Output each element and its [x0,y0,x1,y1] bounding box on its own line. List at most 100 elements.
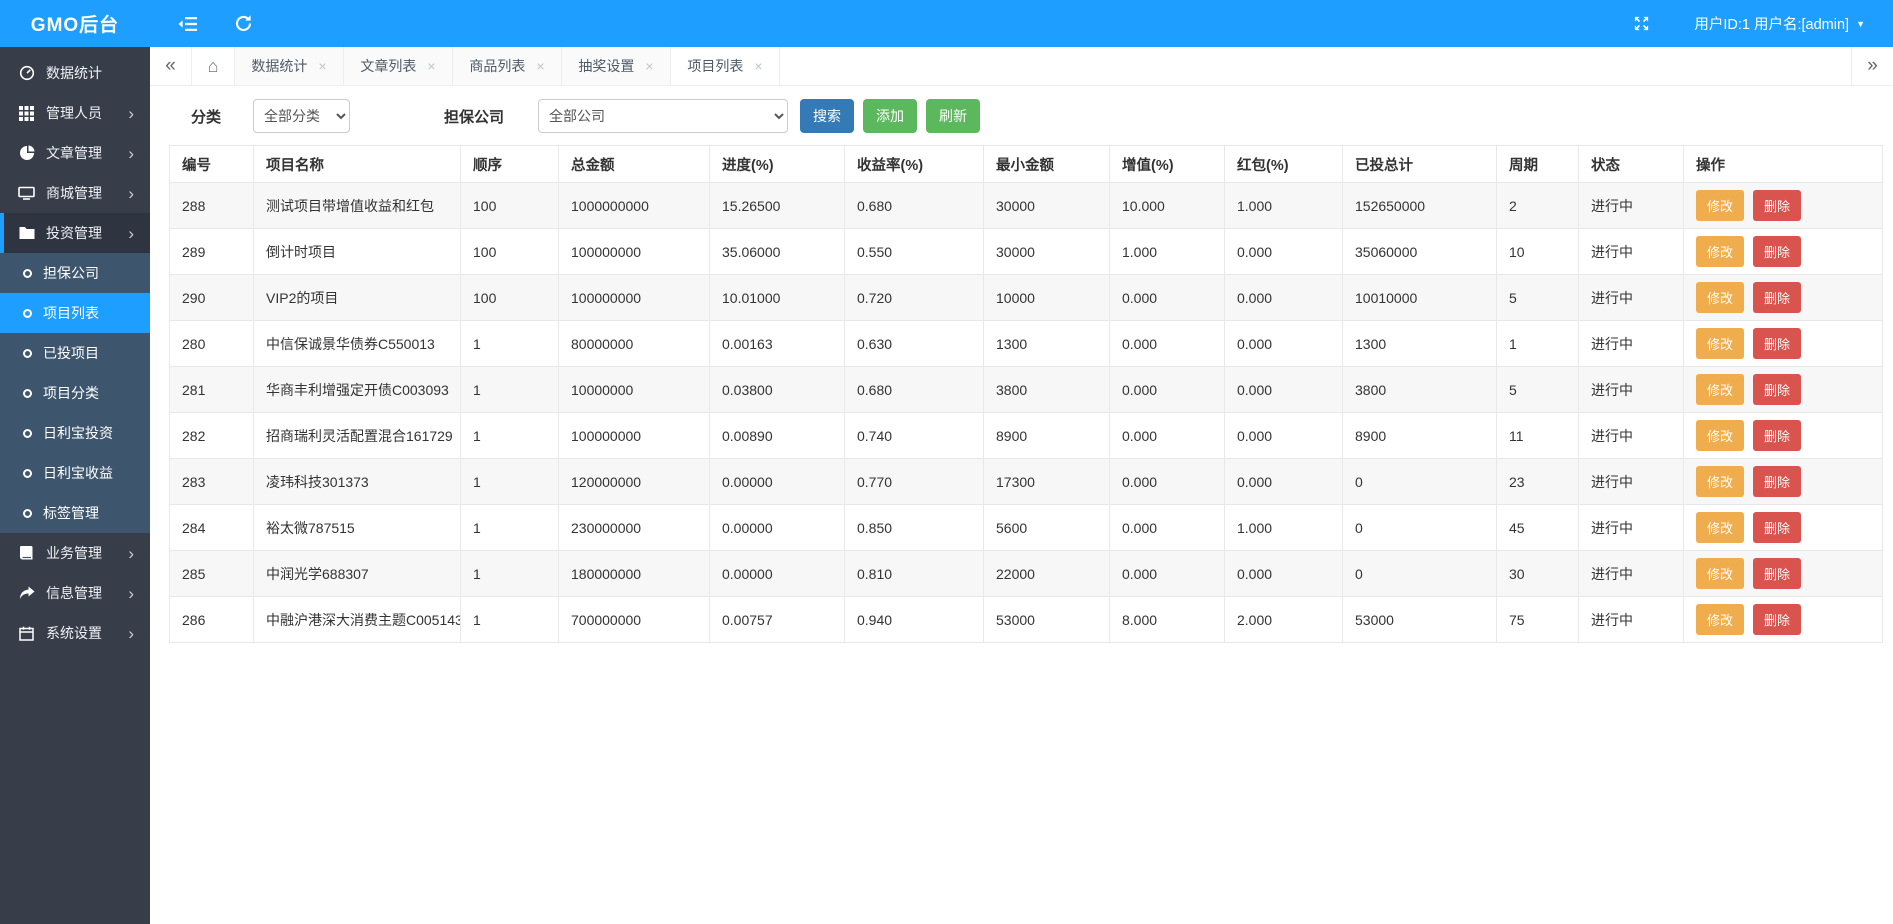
sidebar-item-admins[interactable]: 管理人员› [0,93,150,133]
folder-icon [18,225,35,242]
sidebar-item-mall[interactable]: 商城管理› [0,173,150,213]
tab-lottery-settings[interactable]: 抽奖设置 × [562,47,671,85]
delete-button[interactable]: 删除 [1753,282,1801,313]
sidebar-item-label: 商城管理 [46,183,102,203]
delete-button[interactable]: 删除 [1753,328,1801,359]
tab-label: 抽奖设置 [578,56,634,76]
table-row: 289倒计时项目10010000000035.060000.550300001.… [170,229,1883,275]
cell-period: 23 [1497,459,1579,505]
main-area: 用户ID:1 用户名:[admin] ▼ « ⌂ 数据统计×文章列表×商品列表×… [150,0,1893,924]
sidebar-item-data-stats[interactable]: 数据统计 [0,53,150,93]
sidebar-item-label: 投资管理 [46,223,102,243]
close-icon[interactable]: × [754,58,762,74]
edit-button[interactable]: 修改 [1696,420,1744,451]
sidebar-subitem-rilibao-invest[interactable]: 日利宝投资 [0,413,150,453]
edit-button[interactable]: 修改 [1696,282,1744,313]
category-select[interactable]: 全部分类 [253,99,350,133]
chevron-right-icon: › [128,585,134,602]
home-icon: ⌂ [208,56,219,77]
tab-label: 项目列表 [687,56,743,76]
home-tab[interactable]: ⌂ [192,47,235,85]
cell-invested: 0 [1343,505,1497,551]
column-header: 状态 [1579,146,1684,183]
close-icon[interactable]: × [318,58,326,74]
cell-name: 倒计时项目 [254,229,461,275]
app-root: GMO后台 数据统计管理人员›文章管理›商城管理›投资管理›担保公司项目列表已投… [0,0,1893,924]
edit-button[interactable]: 修改 [1696,558,1744,589]
category-filter-label: 分类 [191,106,221,127]
close-icon[interactable]: × [645,58,653,74]
submenu-investment: 担保公司项目列表已投项目项目分类日利宝投资日利宝收益标签管理 [0,253,150,533]
cell-total: 1000000000 [559,183,710,229]
user-menu[interactable]: 用户ID:1 用户名:[admin] ▼ [1694,13,1865,34]
edit-button[interactable]: 修改 [1696,512,1744,543]
delete-button[interactable]: 删除 [1753,466,1801,497]
cell-min: 17300 [984,459,1110,505]
fullscreen-icon[interactable] [1633,15,1650,32]
cell-total: 80000000 [559,321,710,367]
cell-status: 进行中 [1579,229,1684,275]
search-button[interactable]: 搜索 [800,99,854,133]
collapse-sidebar-icon[interactable] [178,16,198,32]
tab-data-stats[interactable]: 数据统计× [235,47,344,85]
sidebar-subitem-rilibao-income[interactable]: 日利宝收益 [0,453,150,493]
cell-period: 45 [1497,505,1579,551]
column-header: 操作 [1684,146,1883,183]
close-icon[interactable]: × [427,58,435,74]
edit-button[interactable]: 修改 [1696,374,1744,405]
refresh-icon[interactable] [234,14,253,33]
cell-progress: 35.06000 [710,229,845,275]
delete-button[interactable]: 删除 [1753,420,1801,451]
edit-button[interactable]: 修改 [1696,190,1744,221]
delete-button[interactable]: 删除 [1753,558,1801,589]
tab-article-list[interactable]: 文章列表× [344,47,453,85]
cell-total: 100000000 [559,229,710,275]
edit-button[interactable]: 修改 [1696,466,1744,497]
chevron-right-icon: › [128,225,134,242]
content: 分类 全部分类 担保公司 全部公司 搜索 添加 刷新 编号项目名称顺序总金额进度… [150,86,1893,924]
delete-button[interactable]: 删除 [1753,374,1801,405]
cell-actions: 修改删除 [1684,275,1883,321]
cell-name: 中信保诚景华债券C550013 [254,321,461,367]
cell-red_packet: 0.000 [1225,367,1343,413]
add-button[interactable]: 添加 [863,99,917,133]
edit-button[interactable]: 修改 [1696,328,1744,359]
cell-red_packet: 0.000 [1225,459,1343,505]
cell-progress: 0.00890 [710,413,845,459]
edit-button[interactable]: 修改 [1696,236,1744,267]
cell-yield: 0.850 [845,505,984,551]
tabs-more-icon[interactable]: » [1851,47,1893,85]
company-select[interactable]: 全部公司 [538,99,788,133]
cell-period: 10 [1497,229,1579,275]
cell-appreciation: 0.000 [1110,367,1225,413]
close-icon[interactable]: × [536,58,544,74]
cell-red_packet: 1.000 [1225,505,1343,551]
refresh-button[interactable]: 刷新 [926,99,980,133]
sidebar-item-info[interactable]: 信息管理› [0,573,150,613]
column-header: 总金额 [559,146,710,183]
edit-button[interactable]: 修改 [1696,604,1744,635]
tabs-scroll-left-icon[interactable]: « [150,47,192,85]
sidebar-item-articles[interactable]: 文章管理› [0,133,150,173]
delete-button[interactable]: 删除 [1753,512,1801,543]
sidebar-subitem-invested-projects[interactable]: 已投项目 [0,333,150,373]
tab-goods-list[interactable]: 商品列表× [453,47,562,85]
sidebar-item-business[interactable]: 业务管理› [0,533,150,573]
sidebar-subitem-tag-management[interactable]: 标签管理 [0,493,150,533]
cell-progress: 0.03800 [710,367,845,413]
sidebar-subitem-project-list[interactable]: 项目列表 [0,293,150,333]
sidebar-item-system[interactable]: 系统设置› [0,613,150,653]
sidebar-subitem-label: 日利宝收益 [43,463,113,483]
delete-button[interactable]: 删除 [1753,236,1801,267]
tab-project-list[interactable]: 项目列表 × [671,47,780,85]
book-icon [18,545,35,562]
sidebar-subitem-guarantee-company[interactable]: 担保公司 [0,253,150,293]
cell-progress: 0.00000 [710,459,845,505]
sidebar-item-investment[interactable]: 投资管理 › [0,213,150,253]
table-row: 286中融沪港深大消费主题C00514317000000000.007570.9… [170,597,1883,643]
sidebar-subitem-project-categories[interactable]: 项目分类 [0,373,150,413]
cell-no: 286 [170,597,254,643]
delete-button[interactable]: 删除 [1753,190,1801,221]
app-logo: GMO后台 [0,0,150,47]
delete-button[interactable]: 删除 [1753,604,1801,635]
